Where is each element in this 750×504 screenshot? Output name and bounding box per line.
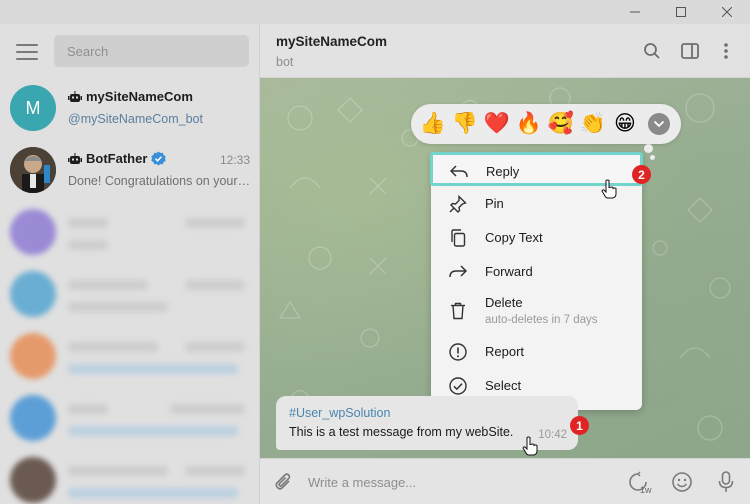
chat-item-blurred[interactable] bbox=[0, 202, 259, 264]
chat-time: 12:33 bbox=[219, 153, 250, 167]
message-sender[interactable]: #User_wpSolution bbox=[289, 406, 390, 420]
maximize-button[interactable] bbox=[658, 0, 704, 24]
search-icon[interactable] bbox=[640, 39, 664, 63]
menu-item-forward[interactable]: Forward bbox=[431, 254, 642, 288]
menu-item-delete[interactable]: Delete auto-deletes in 7 days bbox=[431, 288, 642, 334]
menu-item-sublabel: auto-deletes in 7 days bbox=[485, 314, 598, 326]
bot-icon bbox=[68, 90, 82, 102]
step-badge-2: 2 bbox=[632, 165, 651, 184]
chat-item-blurred[interactable] bbox=[0, 388, 259, 450]
avatar bbox=[10, 333, 56, 379]
chat-item-blurred[interactable] bbox=[0, 326, 259, 388]
message-text: This is a test message from my webSite. bbox=[289, 425, 514, 439]
sidebar-toggle-icon[interactable] bbox=[678, 39, 702, 63]
chat-area: 👍 👎 ❤️ 🔥 🥰 👏 😁 Reply Pin Copy Text Forwa… bbox=[260, 78, 750, 458]
avatar bbox=[10, 147, 56, 193]
menu-item-label: Reply bbox=[486, 164, 520, 179]
reaction-thumbs-down[interactable]: 👎 bbox=[451, 110, 479, 138]
chat-status: bot bbox=[276, 55, 294, 69]
avatar bbox=[10, 209, 56, 255]
chat-item-blurred[interactable] bbox=[0, 264, 259, 326]
report-icon bbox=[448, 342, 468, 362]
menu-item-label: Pin bbox=[485, 196, 504, 211]
maximize-icon bbox=[676, 7, 686, 17]
chat-title[interactable]: mySiteNameCom bbox=[276, 34, 387, 49]
reaction-thumbs-up[interactable]: 👍 bbox=[419, 110, 447, 138]
reaction-clap[interactable]: 👏 bbox=[579, 110, 607, 138]
reaction-grin[interactable]: 😁 bbox=[611, 110, 639, 138]
reactions-tail bbox=[644, 144, 653, 153]
attach-icon[interactable] bbox=[272, 470, 296, 494]
reaction-heart[interactable]: ❤️ bbox=[483, 110, 511, 138]
chat-subtitle: Done! Congratulations on your new bot. bbox=[68, 174, 253, 188]
expand-reactions-button[interactable] bbox=[648, 113, 670, 135]
menu-item-label: Report bbox=[485, 344, 525, 359]
copy-icon bbox=[448, 228, 468, 248]
minimize-icon bbox=[630, 11, 640, 13]
avatar: M bbox=[10, 85, 56, 131]
avatar bbox=[10, 395, 56, 441]
message-time: 10:42 bbox=[538, 429, 567, 441]
emoji-icon[interactable] bbox=[670, 470, 694, 494]
trash-icon bbox=[448, 301, 468, 321]
avatar bbox=[10, 457, 56, 503]
slowmode-label: 1w bbox=[640, 485, 652, 495]
forward-icon bbox=[448, 262, 468, 282]
menu-item-label: Select bbox=[485, 378, 522, 393]
reaction-smiling-hearts[interactable]: 🥰 bbox=[547, 110, 575, 138]
hand-cursor-icon bbox=[522, 436, 538, 456]
reaction-fire[interactable]: 🔥 bbox=[515, 110, 543, 138]
menu-item-report[interactable]: Report bbox=[431, 334, 642, 368]
sidebar: M mySiteNameCom @mySiteNameCom_bot BotFa… bbox=[0, 24, 260, 504]
menu-icon[interactable] bbox=[14, 42, 40, 62]
more-vertical-icon[interactable] bbox=[714, 39, 738, 63]
hand-cursor-icon bbox=[601, 179, 617, 199]
step-badge-1: 1 bbox=[570, 416, 589, 435]
message-input[interactable] bbox=[308, 471, 608, 493]
verified-icon bbox=[151, 151, 167, 166]
avatar bbox=[10, 271, 56, 317]
select-icon bbox=[448, 376, 468, 396]
menu-item-copy-text[interactable]: Copy Text bbox=[431, 220, 642, 254]
chat-header: mySiteNameCom bot bbox=[260, 24, 750, 78]
reactions-tail bbox=[650, 155, 655, 160]
close-button[interactable] bbox=[704, 0, 750, 24]
chat-item-botfather[interactable]: BotFather 12:33 Done! Congratulations on… bbox=[0, 140, 259, 202]
close-icon bbox=[722, 7, 732, 17]
pin-icon bbox=[448, 194, 468, 214]
minimize-button[interactable] bbox=[612, 0, 658, 24]
reply-icon bbox=[449, 162, 469, 182]
botfather-avatar-image bbox=[10, 147, 56, 193]
chat-item-blurred[interactable] bbox=[0, 450, 259, 504]
chat-subtitle: @mySiteNameCom_bot bbox=[68, 112, 203, 126]
bot-icon bbox=[68, 152, 82, 164]
message-composer: 1w bbox=[260, 458, 750, 504]
title-bar bbox=[0, 0, 750, 24]
menu-item-label: Copy Text bbox=[485, 230, 543, 245]
chevron-down-icon bbox=[653, 120, 665, 128]
search-input[interactable] bbox=[54, 35, 249, 67]
microphone-icon[interactable] bbox=[714, 470, 738, 494]
reactions-bar: 👍 👎 ❤️ 🔥 🥰 👏 😁 bbox=[411, 104, 681, 144]
chat-item-mysitenamecom[interactable]: M mySiteNameCom @mySiteNameCom_bot bbox=[0, 78, 259, 140]
chat-name: mySiteNameCom bbox=[68, 89, 193, 104]
menu-item-label: Delete bbox=[485, 295, 523, 310]
menu-item-label: Forward bbox=[485, 264, 533, 279]
chat-name: BotFather bbox=[68, 151, 167, 166]
